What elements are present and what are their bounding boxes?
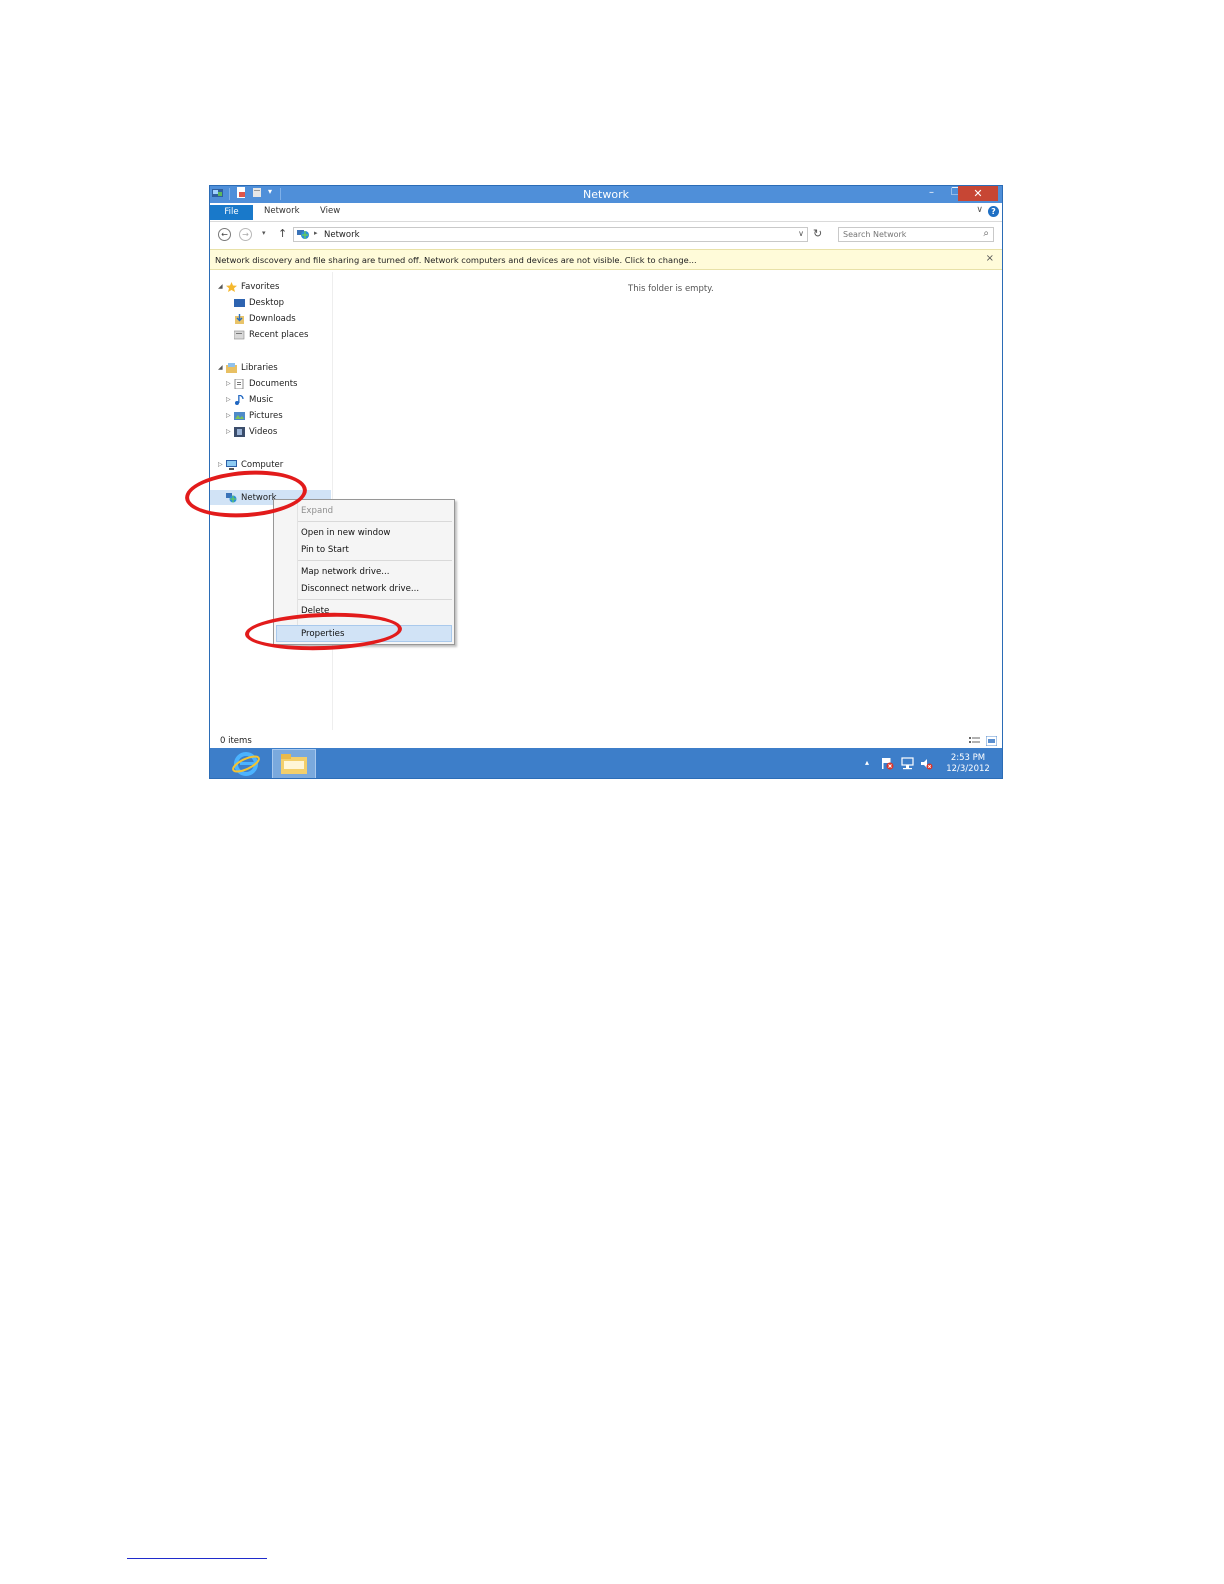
tab-file[interactable]: File xyxy=(210,205,253,220)
clock-time: 2:53 PM xyxy=(950,753,986,763)
volume-muted-icon[interactable] xyxy=(920,757,933,770)
window-title: Network xyxy=(583,188,629,201)
search-icon[interactable]: ⌕ xyxy=(983,228,989,239)
computer-icon xyxy=(226,460,237,470)
address-text[interactable]: Network xyxy=(324,230,360,240)
status-bar: 0 items xyxy=(210,734,1002,748)
collapse-arrow-icon[interactable]: ◢ xyxy=(218,280,223,294)
clock-date: 12/3/2012 xyxy=(946,764,990,774)
internet-explorer-icon[interactable] xyxy=(232,751,260,777)
taskbar: ▴ 2:53 PM 12/3/2012 xyxy=(210,748,1002,778)
network-discovery-infobar[interactable]: Network discovery and file sharing are t… xyxy=(210,249,1002,270)
expand-arrow-icon[interactable]: ▷ xyxy=(226,409,231,423)
folder-icon xyxy=(281,754,307,774)
documents-icon xyxy=(234,379,244,389)
tree-label: Downloads xyxy=(249,314,296,324)
show-hidden-icons-button[interactable]: ▴ xyxy=(865,758,869,767)
title-bar[interactable]: ▾ Network – ❐ ✕ xyxy=(210,186,1002,203)
search-box[interactable]: ⌕ xyxy=(838,227,994,242)
tree-label: Libraries xyxy=(241,363,278,373)
ribbon: File Network View ∨ ? xyxy=(210,203,1002,222)
network-icon xyxy=(297,230,309,239)
large-icons-view-icon[interactable] xyxy=(986,736,997,746)
menu-item-map-network-drive[interactable]: Map network drive... xyxy=(301,565,389,579)
footer-divider xyxy=(127,1558,267,1559)
tab-network[interactable]: Network xyxy=(264,206,300,216)
tree-label: Documents xyxy=(249,379,298,389)
menu-separator xyxy=(298,560,452,561)
navigation-bar: ← → ▾ ↑ ▸ Network ∨ ↻ ⌕ xyxy=(210,222,1002,248)
menu-item-expand[interactable]: Expand xyxy=(301,504,333,518)
recent-places-icon xyxy=(234,330,245,340)
address-bar[interactable]: ▸ Network ∨ xyxy=(293,227,808,242)
menu-separator xyxy=(298,599,452,600)
refresh-button[interactable]: ↻ xyxy=(813,227,822,240)
menu-item-open-new-window[interactable]: Open in new window xyxy=(301,526,390,540)
explorer-window: ▾ Network – ❐ ✕ File Network View ∨ ? ← … xyxy=(209,185,1003,779)
search-input[interactable] xyxy=(843,229,968,240)
tree-label: Desktop xyxy=(249,298,285,308)
expand-arrow-icon[interactable]: ▷ xyxy=(218,458,223,472)
item-count: 0 items xyxy=(220,736,252,746)
address-dropdown-icon[interactable]: ∨ xyxy=(798,229,804,238)
tree-label: Videos xyxy=(249,427,278,437)
empty-folder-message: This folder is empty. xyxy=(628,284,714,294)
close-button[interactable]: ✕ xyxy=(958,186,998,201)
back-button[interactable]: ← xyxy=(218,228,231,241)
music-icon xyxy=(235,395,244,405)
details-view-icon[interactable] xyxy=(969,736,980,746)
infobar-close-icon[interactable]: × xyxy=(986,253,994,264)
help-icon[interactable]: ? xyxy=(988,206,999,217)
action-center-flag-icon[interactable] xyxy=(881,757,894,770)
minimize-button[interactable]: – xyxy=(918,186,945,200)
clock[interactable]: 2:53 PM 12/3/2012 xyxy=(943,753,993,775)
tab-view[interactable]: View xyxy=(320,206,340,216)
recent-locations-icon[interactable]: ▾ xyxy=(262,229,266,237)
libraries-icon xyxy=(226,363,237,373)
breadcrumb-separator-icon[interactable]: ▸ xyxy=(314,229,318,237)
collapse-ribbon-icon[interactable]: ∨ xyxy=(976,205,983,215)
expand-arrow-icon[interactable]: ▷ xyxy=(226,393,231,407)
menu-separator xyxy=(298,521,452,522)
tree-label: Recent places xyxy=(249,330,309,340)
infobar-message[interactable]: Network discovery and file sharing are t… xyxy=(215,255,697,265)
menu-item-pin-to-start[interactable]: Pin to Start xyxy=(301,543,349,557)
tree-label: Music xyxy=(249,395,274,405)
expand-arrow-icon[interactable]: ▷ xyxy=(226,425,231,439)
forward-button[interactable]: → xyxy=(239,228,252,241)
expand-arrow-icon[interactable]: ▷ xyxy=(226,377,231,391)
tree-label: Favorites xyxy=(241,282,280,292)
collapse-arrow-icon[interactable]: ◢ xyxy=(218,361,223,375)
pictures-icon xyxy=(234,412,245,420)
videos-icon xyxy=(234,427,245,437)
downloads-icon xyxy=(235,314,244,324)
menu-item-disconnect-network-drive[interactable]: Disconnect network drive... xyxy=(301,582,419,596)
file-explorer-taskbar-button[interactable] xyxy=(272,749,316,778)
tree-label: Pictures xyxy=(249,411,283,421)
up-button[interactable]: ↑ xyxy=(278,227,287,240)
network-tray-icon[interactable] xyxy=(901,757,914,770)
star-icon xyxy=(226,282,237,292)
desktop-icon xyxy=(234,299,245,307)
